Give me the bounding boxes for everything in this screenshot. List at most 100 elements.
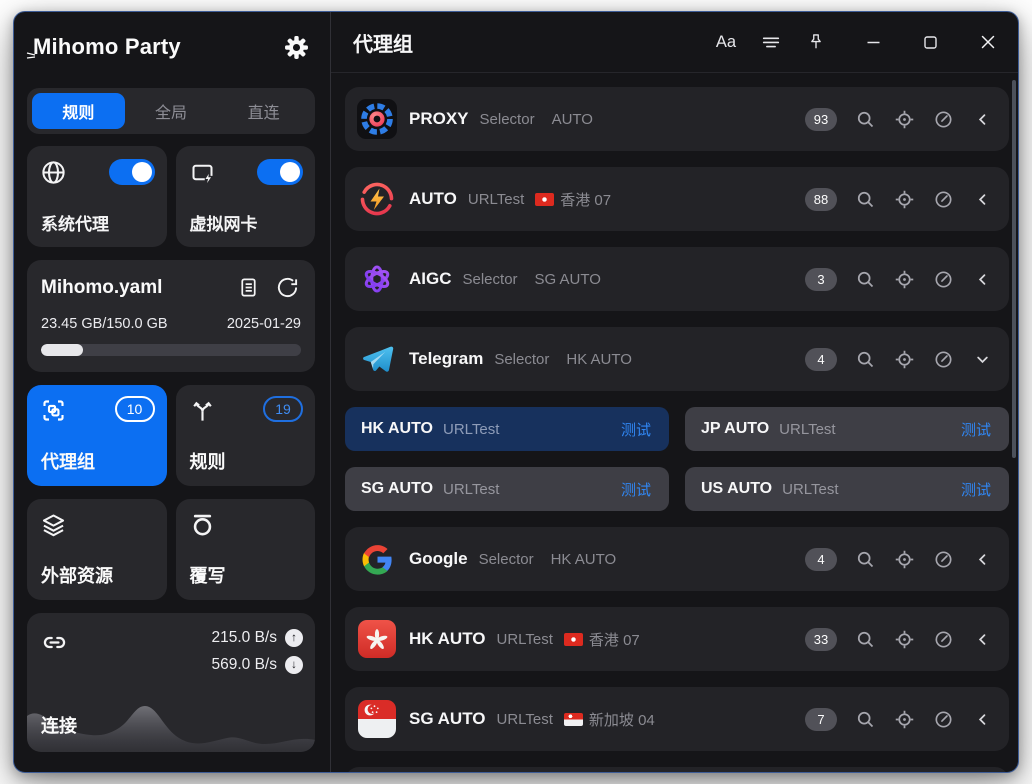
system-proxy-toggle[interactable] xyxy=(109,159,155,185)
minimize-icon xyxy=(866,35,881,50)
locate-button[interactable] xyxy=(893,548,915,570)
connection-top: 215.0 B/s ↑ 569.0 B/s ↓ xyxy=(27,613,315,683)
expand-button[interactable] xyxy=(971,108,993,130)
sg-flag-icon xyxy=(564,713,583,726)
cat-whiskers-icon xyxy=(26,49,40,61)
expand-button[interactable] xyxy=(971,628,993,650)
system-proxy-card[interactable]: 系统代理 xyxy=(27,146,167,247)
settings-button[interactable] xyxy=(282,33,311,62)
group-current-node: AUTO xyxy=(546,111,593,128)
tun-label: 虚拟网卡 xyxy=(190,210,258,235)
search-button[interactable] xyxy=(854,268,876,290)
search-button[interactable] xyxy=(854,548,876,570)
locate-button[interactable] xyxy=(893,188,915,210)
group-type: Selector xyxy=(480,111,535,128)
expand-button[interactable] xyxy=(971,708,993,730)
chevron-left-icon xyxy=(973,270,992,289)
proxy-node-us-auto[interactable]: US AUTO URLTest 测试 xyxy=(685,467,1009,511)
node-count-badge: 93 xyxy=(805,108,837,131)
tun-toggle[interactable] xyxy=(257,159,303,185)
expand-button[interactable] xyxy=(971,268,993,290)
delay-test-button[interactable]: 测试 xyxy=(961,419,991,440)
proxy-node-hk-auto[interactable]: HK AUTO URLTest 测试 xyxy=(345,407,669,451)
mode-tab-direct[interactable]: 直连 xyxy=(217,93,310,129)
group-row-google[interactable]: Google Selector HK AUTO 4 xyxy=(345,527,1009,591)
layers-icon xyxy=(40,511,67,538)
group-row-hk-auto[interactable]: HK AUTO URLTest 香港 07 33 xyxy=(345,607,1009,671)
titlebar-actions: Aa xyxy=(716,27,998,57)
sidebar-item-connections[interactable]: 215.0 B/s ↑ 569.0 B/s ↓ 连接 xyxy=(27,613,315,752)
search-button[interactable] xyxy=(854,708,876,730)
gauge-icon xyxy=(933,629,954,650)
delay-test-button[interactable]: 测试 xyxy=(621,419,651,440)
tun-card[interactable]: 虚拟网卡 xyxy=(176,146,316,247)
text-size-button[interactable]: Aa xyxy=(716,27,736,57)
profile-card[interactable]: Mihomo.yaml 23.45 GB/150.0 GB xyxy=(27,260,315,372)
expand-button[interactable] xyxy=(971,188,993,210)
expand-button[interactable] xyxy=(971,548,993,570)
node-type: URLTest xyxy=(443,481,499,498)
group-current-node: SG AUTO xyxy=(529,271,601,288)
group-row-auto[interactable]: AUTO URLTest 香港 07 88 xyxy=(345,167,1009,231)
auto-group-logo xyxy=(357,179,397,219)
sidebar-item-rules[interactable]: 19 规则 xyxy=(176,385,316,486)
edit-profile-button[interactable] xyxy=(235,274,262,301)
group-row-telegram[interactable]: Telegram Selector HK AUTO 4 xyxy=(345,327,1009,391)
locate-button[interactable] xyxy=(893,108,915,130)
sidebar-item-proxy-groups[interactable]: 10 代理组 xyxy=(27,385,167,486)
chevron-left-icon xyxy=(973,710,992,729)
locate-button[interactable] xyxy=(893,268,915,290)
locate-button[interactable] xyxy=(893,348,915,370)
search-icon xyxy=(855,549,876,570)
locate-button[interactable] xyxy=(893,628,915,650)
group-name: Telegram xyxy=(409,349,483,369)
hk-flag-icon xyxy=(535,193,554,206)
search-icon xyxy=(855,629,876,650)
search-button[interactable] xyxy=(854,628,876,650)
sidebar-item-external-resources[interactable]: 外部资源 xyxy=(27,499,167,600)
scrollbar-thumb[interactable] xyxy=(1012,80,1016,458)
minimize-button[interactable] xyxy=(866,27,881,57)
pin-button[interactable] xyxy=(806,27,826,57)
maximize-button[interactable] xyxy=(923,27,938,57)
group-name: HK AUTO xyxy=(409,629,486,649)
sidebar-item-override[interactable]: 覆写 xyxy=(176,499,316,600)
proxy-node-sg-auto[interactable]: SG AUTO URLTest 测试 xyxy=(345,467,669,511)
group-row-aigc[interactable]: AIGC Selector SG AUTO 3 xyxy=(345,247,1009,311)
gear-icon xyxy=(284,35,309,60)
main-panel: 代理组 Aa xyxy=(331,12,1018,772)
search-button[interactable] xyxy=(854,188,876,210)
group-row-partial[interactable] xyxy=(345,767,1009,772)
upload-speed-value: 215.0 B/s xyxy=(212,629,278,647)
node-type: URLTest xyxy=(782,481,838,498)
delay-test-button[interactable]: 测试 xyxy=(621,479,651,500)
collapse-button[interactable] xyxy=(971,348,993,370)
locate-button[interactable] xyxy=(893,708,915,730)
speedtest-button[interactable] xyxy=(932,108,954,130)
close-button[interactable] xyxy=(980,27,996,57)
locate-icon xyxy=(894,189,915,210)
speedtest-button[interactable] xyxy=(932,628,954,650)
speedtest-button[interactable] xyxy=(932,188,954,210)
group-type: Selector xyxy=(463,271,518,288)
group-row-proxy[interactable]: PROXY Selector AUTO 93 xyxy=(345,87,1009,151)
proxy-node-jp-auto[interactable]: JP AUTO URLTest 测试 xyxy=(685,407,1009,451)
speedtest-button[interactable] xyxy=(932,708,954,730)
mode-tab-rule[interactable]: 规则 xyxy=(32,93,125,129)
speedtest-button[interactable] xyxy=(932,548,954,570)
sort-button[interactable] xyxy=(760,27,782,57)
speedtest-button[interactable] xyxy=(932,348,954,370)
group-type: Selector xyxy=(479,551,534,568)
speedtest-button[interactable] xyxy=(932,268,954,290)
search-button[interactable] xyxy=(854,108,876,130)
hongkong-group-logo xyxy=(357,619,397,659)
mode-tab-global[interactable]: 全局 xyxy=(125,93,218,129)
delay-test-button[interactable]: 测试 xyxy=(961,479,991,500)
search-button[interactable] xyxy=(854,348,876,370)
override-label: 覆写 xyxy=(190,562,226,588)
close-icon xyxy=(980,34,996,50)
group-row-sg-auto[interactable]: SG AUTO URLTest 新加坡 04 7 xyxy=(345,687,1009,751)
upload-arrow-icon: ↑ xyxy=(285,629,303,647)
node-count-badge: 7 xyxy=(805,708,837,731)
update-profile-button[interactable] xyxy=(274,274,301,301)
